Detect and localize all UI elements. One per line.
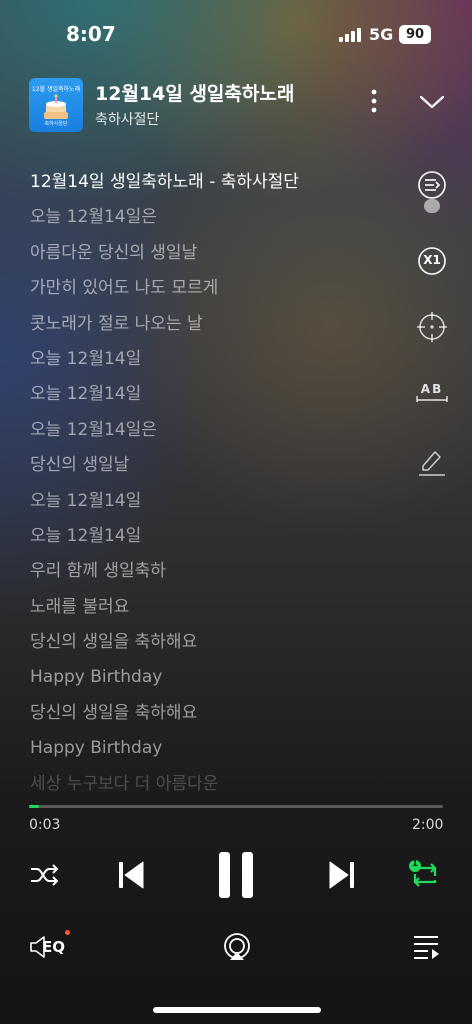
lyric-line[interactable]: 우리 함께 생일축하 (30, 557, 410, 592)
network-label: 5G (369, 25, 394, 44)
lyric-line[interactable]: 오늘 12월14일 (30, 487, 410, 522)
more-vertical-icon (371, 89, 377, 113)
speed-label: X1 (423, 253, 441, 267)
pause-button[interactable] (216, 850, 256, 900)
speed-button[interactable]: X1 (414, 243, 450, 279)
song-artist[interactable]: 축하사절단 (95, 109, 159, 129)
lyric-line[interactable]: Happy Birthday (30, 663, 410, 698)
total-time: 2:00 (412, 817, 444, 833)
lyric-line[interactable]: 노래를 불러요 (30, 593, 410, 628)
progress-fill (29, 805, 40, 808)
lyric-line[interactable]: 세상 누구보다 더 아름다운 (30, 770, 410, 805)
pause-icon (219, 852, 253, 898)
lyric-line[interactable]: 오늘 12월14일 (30, 522, 410, 557)
status-time: 8:07 (66, 22, 116, 46)
highlighter-icon (419, 451, 445, 476)
lyrics-list[interactable]: 12월14일 생일축하노래 - 축하사절단 오늘 12월14일은 아름다운 당신… (30, 168, 410, 805)
lyric-line[interactable]: 오늘 12월14일 (30, 345, 410, 380)
next-track-button[interactable] (326, 858, 358, 892)
home-indicator[interactable] (153, 1007, 321, 1013)
lyric-line[interactable]: Happy Birthday (30, 734, 410, 769)
collapse-player-button[interactable] (416, 90, 448, 114)
crosshair-icon (417, 312, 447, 342)
equalizer-button[interactable]: EQ (29, 930, 70, 962)
chevron-down-icon (419, 95, 445, 109)
shuffle-icon (31, 864, 59, 886)
lyric-line[interactable]: 당신의 생일을 축하해요 (30, 628, 410, 663)
lyric-line[interactable]: 콧노래가 절로 나오는 날 (30, 310, 410, 345)
lyric-line[interactable]: 아름다운 당신의 생일날 (30, 239, 410, 274)
lyric-line[interactable]: 당신의 생일을 축하해요 (30, 699, 410, 734)
lyrics-autoscroll-button[interactable] (414, 167, 450, 213)
lyric-line[interactable]: 오늘 12월14일 (30, 380, 410, 415)
eq-notification-dot (65, 930, 70, 935)
lyric-line[interactable]: 당신의 생일날 (30, 451, 410, 486)
shuffle-button[interactable] (29, 860, 61, 890)
lyric-line[interactable]: 12월14일 생일축하노래 - 축하사절단 (30, 168, 410, 203)
airplay-button[interactable] (221, 931, 253, 963)
lyric-line[interactable]: 오늘 12월14일은 (30, 203, 410, 238)
skip-back-icon (119, 861, 144, 889)
album-cover[interactable]: 12월 생일축하노래 축하사절단 (29, 78, 83, 132)
playlist-icon (414, 936, 439, 959)
skip-forward-icon (329, 861, 354, 889)
cover-text-bottom: 축하사절단 (44, 121, 68, 127)
progress-slider[interactable] (29, 805, 443, 808)
current-time: 0:03 (29, 817, 61, 833)
lyric-line[interactable]: 오늘 12월14일은 (30, 416, 410, 451)
previous-track-button[interactable] (115, 858, 147, 892)
song-title: 12월14일 생일축하노래 (95, 83, 295, 105)
battery-indicator: 90 (399, 25, 431, 44)
highlight-button[interactable] (414, 444, 450, 480)
airplay-icon (224, 933, 250, 960)
lyrics-list-icon (418, 171, 446, 213)
font-size-button[interactable]: AB (414, 376, 450, 412)
more-options-button[interactable] (362, 88, 386, 114)
repeat-one-button[interactable]: 1 (407, 858, 443, 892)
sync-position-button[interactable] (414, 309, 450, 345)
lyric-line[interactable]: 가만히 있어도 나도 모르게 (30, 274, 410, 309)
eq-label: EQ (42, 938, 65, 956)
playlist-button[interactable] (412, 933, 442, 961)
text-size-icon (416, 396, 448, 402)
repeat-badge: 1 (411, 859, 419, 869)
signal-icon (339, 28, 363, 42)
